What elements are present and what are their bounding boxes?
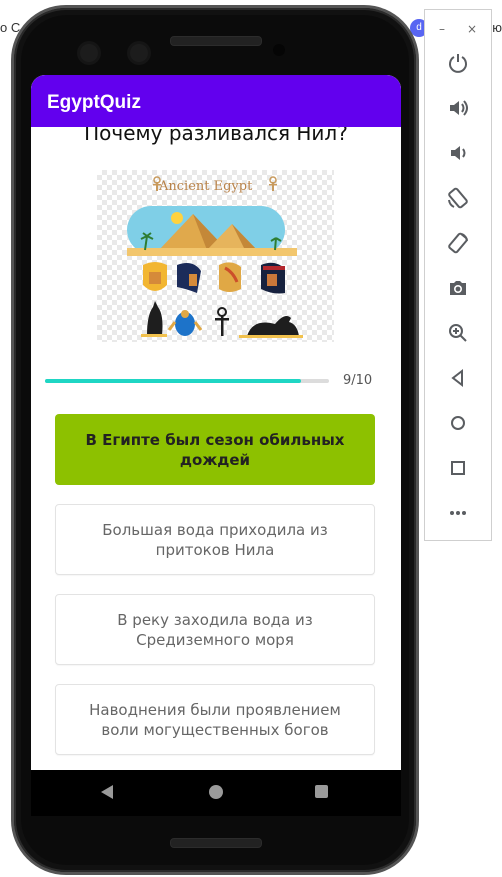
app-screen: Почему разливался Нил? EgyptQuiz Ancient… xyxy=(31,75,401,770)
answer-button-2[interactable]: Большая вода приходила из притоков Нила xyxy=(55,504,375,575)
progress-bar-fill xyxy=(45,379,301,383)
home-icon[interactable] xyxy=(425,406,491,440)
overview-icon[interactable] xyxy=(425,451,491,485)
rotate-right-icon[interactable] xyxy=(425,226,491,260)
image-caption: Ancient Egypt xyxy=(158,179,253,194)
front-camera-icon xyxy=(80,44,98,62)
background-text-right: ю xyxy=(492,20,502,35)
answer-button-3[interactable]: В реку заходила вода из Средиземного мор… xyxy=(55,594,375,665)
front-sensor-icon xyxy=(130,44,148,62)
pyramids-scene-icon xyxy=(127,206,297,256)
power-icon[interactable] xyxy=(425,46,491,80)
background-text: о С xyxy=(0,20,21,35)
minimize-button[interactable]: – xyxy=(439,22,445,36)
rotate-left-icon[interactable] xyxy=(425,181,491,215)
camera-icon[interactable] xyxy=(425,271,491,305)
android-nav-bar xyxy=(31,770,401,816)
recents-icon[interactable] xyxy=(315,785,328,798)
volume-down-icon[interactable] xyxy=(425,136,491,170)
pharaoh-heads-icon xyxy=(143,262,285,294)
proximity-sensor xyxy=(273,44,285,56)
close-button[interactable]: × xyxy=(467,22,477,36)
app-bar: EgyptQuiz xyxy=(31,75,401,127)
volume-up-icon[interactable] xyxy=(425,91,491,125)
home-icon[interactable] xyxy=(209,785,223,799)
answer-button-4[interactable]: Наводнения были проявлением воли могущес… xyxy=(55,684,375,755)
emulator-toolbar: – × xyxy=(424,9,492,541)
progress-bar xyxy=(45,379,329,383)
ancient-egypt-illustration: Ancient Egypt xyxy=(127,176,303,338)
answer-button-1[interactable]: В Египте был сезон обильных дождей xyxy=(55,414,375,485)
earpiece-speaker xyxy=(170,36,262,46)
question-image: Ancient Egypt xyxy=(97,170,334,342)
more-icon[interactable] xyxy=(425,496,491,530)
bottom-speaker xyxy=(170,838,262,848)
app-title: EgyptQuiz xyxy=(47,92,141,113)
zoom-icon[interactable] xyxy=(425,316,491,350)
progress-label: 9/10 xyxy=(343,373,373,388)
back-icon[interactable] xyxy=(425,361,491,395)
back-icon[interactable] xyxy=(101,785,113,799)
egyptian-symbols-icon xyxy=(141,301,303,338)
